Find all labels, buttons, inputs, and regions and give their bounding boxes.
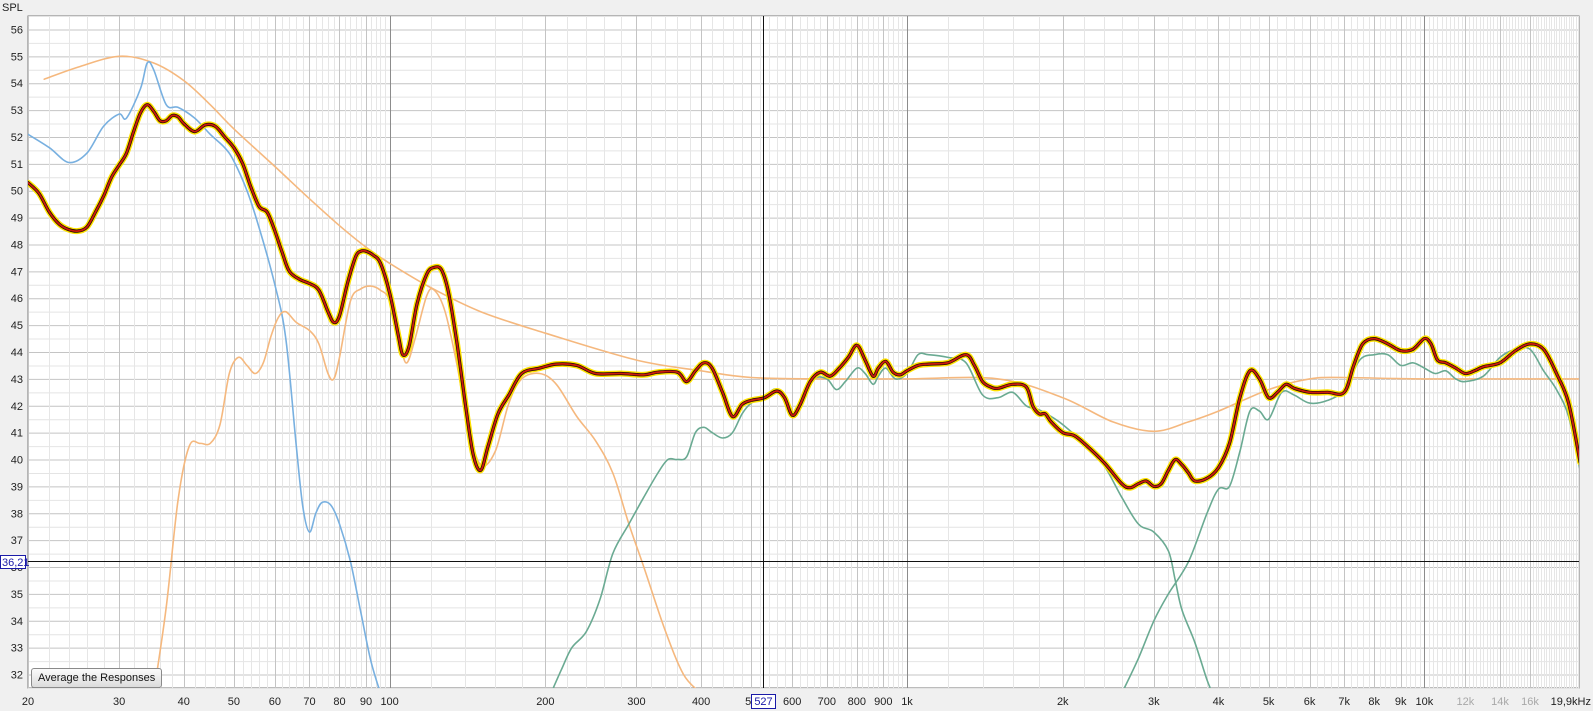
x-tick-label: 700	[818, 696, 836, 708]
x-tick-label: 8k	[1368, 696, 1380, 708]
x-tick-label: 400	[692, 696, 710, 708]
x-tick-label: 600	[783, 696, 801, 708]
y-tick-label: 35	[11, 589, 23, 601]
x-tick-label: 6k	[1304, 696, 1316, 708]
x-tick-label: 900	[874, 696, 892, 708]
y-tick-label: 49	[11, 213, 23, 225]
y-tick-label: 55	[11, 51, 23, 63]
y-tick-label: 47	[11, 266, 23, 278]
y-tick-label: 51	[11, 159, 23, 171]
x-tick-label: 14k	[1491, 696, 1509, 708]
x-tick-label: 60	[269, 696, 281, 708]
y-tick-label: 56	[11, 24, 23, 36]
x-tick-label: 20	[22, 696, 34, 708]
average-responses-button[interactable]: Average the Responses	[31, 668, 163, 688]
x-tick-label: 7k	[1338, 696, 1350, 708]
y-tick-label: 54	[11, 78, 23, 90]
y-tick-label: 44	[11, 347, 23, 359]
x-axis-ticks: 2030405060708090100200300400506007008009…	[22, 696, 1539, 708]
y-tick-label: 40	[11, 455, 23, 467]
x-tick-label: 9k	[1395, 696, 1407, 708]
x-tick-label: 800	[848, 696, 866, 708]
x-tick-label: 10k	[1416, 696, 1434, 708]
y-tick-label: 50	[11, 186, 23, 198]
x-tick-label: 4k	[1213, 696, 1225, 708]
y-tick-label: 37	[11, 535, 23, 547]
y-tick-label: 52	[11, 132, 23, 144]
x-tick-label: 3k	[1148, 696, 1160, 708]
x-tick-label: 80	[333, 696, 345, 708]
spl-readout: 36,21	[2, 557, 30, 569]
y-tick-label: 34	[11, 616, 23, 628]
y-tick-label: 53	[11, 105, 23, 117]
y-tick-label: 41	[11, 428, 23, 440]
frequency-readout: 527	[754, 696, 772, 708]
x-tick-label: 90	[360, 696, 372, 708]
y-tick-label: 39	[11, 481, 23, 493]
x-axis-end-label: 19,9kHz	[1551, 696, 1591, 708]
x-tick-label: 40	[178, 696, 190, 708]
x-tick-label: 200	[536, 696, 554, 708]
x-tick-label: 50	[228, 696, 240, 708]
y-tick-label: 32	[11, 670, 23, 682]
y-tick-label: 45	[11, 320, 23, 332]
y-tick-label: 48	[11, 239, 23, 251]
y-tick-label: 43	[11, 374, 23, 386]
y-tick-label: 46	[11, 293, 23, 305]
y-tick-label: 42	[11, 401, 23, 413]
y-axis-ticks: 3233343536373839404142434445464748495051…	[11, 24, 23, 681]
spl-axis-title: SPL	[2, 2, 23, 14]
x-tick-label: 70	[303, 696, 315, 708]
x-tick-label: 100	[380, 696, 398, 708]
frequency-response-graph[interactable]: SPL 323334353637383940414243444546474849…	[0, 0, 1593, 711]
x-tick-label: 2k	[1057, 696, 1069, 708]
x-tick-label: 300	[627, 696, 645, 708]
frequency-response-window: SPL 323334353637383940414243444546474849…	[0, 0, 1593, 711]
x-tick-label: 16k	[1521, 696, 1539, 708]
x-tick-label: 1k	[901, 696, 913, 708]
x-tick-label: 30	[113, 696, 125, 708]
x-tick-label: 12k	[1456, 696, 1474, 708]
y-tick-label: 33	[11, 643, 23, 655]
y-tick-label: 38	[11, 508, 23, 520]
x-tick-label: 5k	[1263, 696, 1275, 708]
